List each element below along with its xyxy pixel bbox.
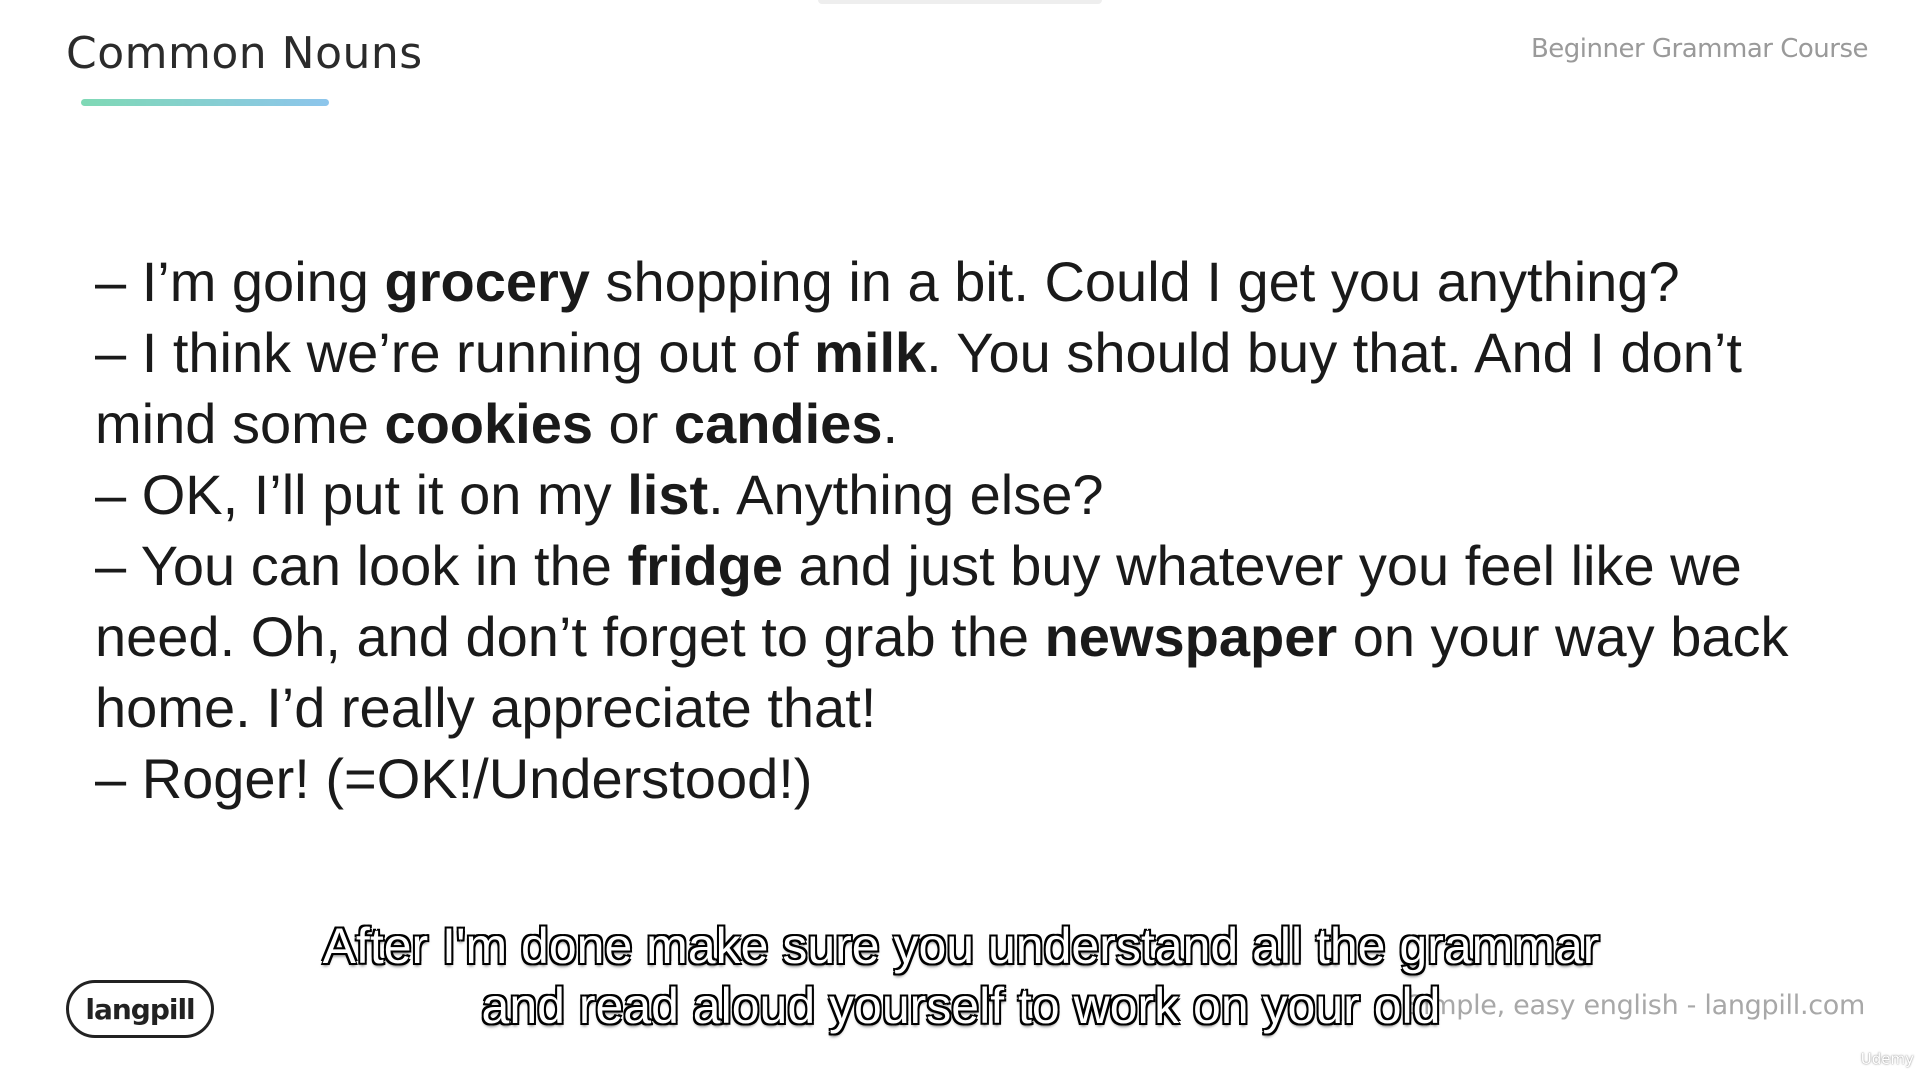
watermark-label: Udemy	[1860, 1050, 1914, 1068]
highlighted-noun: cookies	[384, 392, 593, 455]
dialogue-line: – I think we’re running out of milk. You…	[95, 317, 1875, 459]
highlighted-noun: fridge	[627, 534, 783, 597]
course-label: Beginner Grammar Course	[1530, 34, 1869, 64]
dialogue-line: – I’m going grocery shopping in a bit. C…	[95, 246, 1875, 317]
slide-title: Common Nouns	[66, 28, 423, 79]
dialogue-text: shopping in a bit. Could I get you anyth…	[589, 250, 1680, 313]
highlighted-noun: candies	[673, 392, 883, 455]
subtitle-overlay: After I'm done make sure you understand …	[0, 916, 1922, 1036]
dialogue-text: – You can look in the	[95, 534, 628, 597]
dialogue-text: – Roger! (=OK!/Understood!)	[95, 747, 813, 810]
highlighted-noun: milk	[814, 321, 927, 384]
dialogue-line: – OK, I’ll put it on my list. Anything e…	[95, 459, 1875, 530]
dialogue-text: – I think we’re running out of	[95, 321, 815, 384]
dialogue-text: or	[593, 392, 674, 455]
subtitle-line-2: and read aloud yourself to work on your …	[481, 977, 1441, 1035]
highlighted-noun: list	[627, 463, 709, 526]
dialogue-text: .	[882, 392, 899, 455]
subtitle-line-1: After I'm done make sure you understand …	[322, 917, 1600, 975]
top-handle	[818, 0, 1102, 4]
highlighted-noun: newspaper	[1044, 605, 1338, 668]
title-underline	[81, 99, 329, 106]
dialogue-text: – OK, I’ll put it on my	[95, 463, 628, 526]
udemy-watermark: Udemy	[1843, 1050, 1914, 1068]
dialogue-list: – I’m going grocery shopping in a bit. C…	[95, 246, 1875, 814]
udemy-logo-icon	[1843, 1053, 1856, 1066]
dialogue-line: – Roger! (=OK!/Understood!)	[95, 743, 1875, 814]
dialogue-line: – You can look in the fridge and just bu…	[95, 530, 1875, 743]
slide: Common Nouns Beginner Grammar Course – I…	[0, 0, 1922, 1080]
dialogue-text: . Anything else?	[708, 463, 1104, 526]
dialogue-text: – I’m going	[95, 250, 385, 313]
highlighted-noun: grocery	[384, 250, 590, 313]
